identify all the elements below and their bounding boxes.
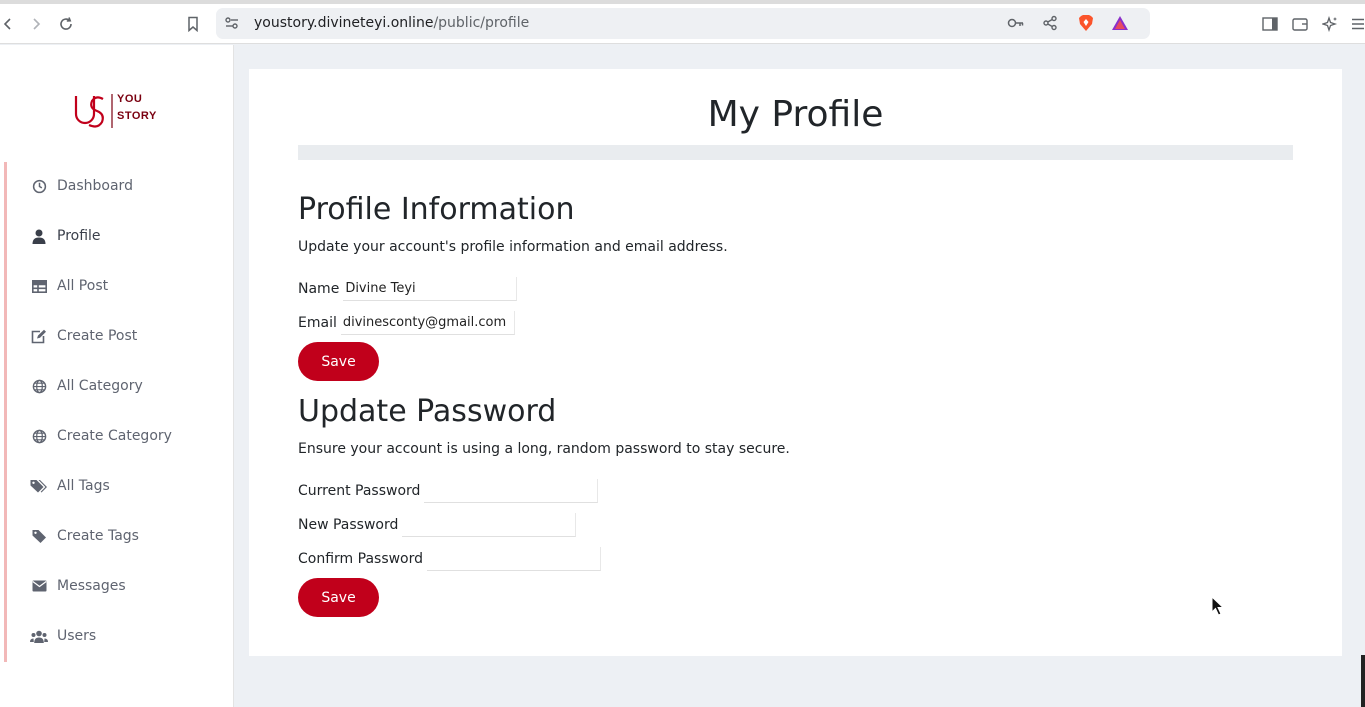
address-bar[interactable]: youstory.divineteyi.online/public/profil… — [216, 8, 1150, 39]
url-text[interactable]: youstory.divineteyi.online/public/profil… — [254, 15, 529, 31]
name-label: Name — [298, 281, 340, 297]
new-password-field: New Password — [298, 513, 577, 537]
new-password-label: New Password — [298, 517, 399, 533]
profile-card: My Profile Profile Information Update yo… — [249, 69, 1342, 656]
globe-icon — [30, 427, 48, 445]
name-input[interactable] — [343, 277, 518, 301]
sidebar-item-label: Create Tags — [57, 528, 139, 544]
wallet-icon[interactable] — [1288, 12, 1312, 36]
profile-info-heading: Profile Information — [298, 192, 575, 227]
update-password-heading: Update Password — [298, 394, 557, 429]
nav-border — [4, 162, 7, 662]
leo-ai-icon[interactable] — [1318, 12, 1342, 36]
sidebar-item-profile[interactable]: Profile — [30, 224, 101, 248]
sidebar-item-label: All Category — [57, 378, 143, 394]
users-icon — [30, 627, 48, 645]
sidebar-item-label: Dashboard — [57, 178, 133, 194]
page-title: My Profile — [707, 94, 884, 135]
edit-icon — [30, 327, 48, 345]
sidebar-item-all-category[interactable]: All Category — [30, 374, 143, 398]
confirm-password-field: Confirm Password — [298, 547, 602, 571]
sidebar-item-create-post[interactable]: Create Post — [30, 324, 137, 348]
sidebar-item-create-category[interactable]: Create Category — [30, 424, 172, 448]
scrollbar-edge — [1361, 655, 1365, 707]
current-password-label: Current Password — [298, 483, 421, 499]
sidebar-item-label: Messages — [57, 578, 126, 594]
confirm-password-label: Confirm Password — [298, 551, 424, 567]
sidebar-item-label: Profile — [57, 228, 101, 244]
bookmark-icon[interactable] — [181, 12, 205, 36]
mouse-pointer-icon — [1211, 595, 1225, 616]
tag-icon — [30, 527, 48, 545]
you-story-logo[interactable]: YOU STORY — [72, 90, 156, 132]
email-field: Email — [298, 311, 515, 335]
reload-icon[interactable] — [54, 12, 78, 36]
user-icon — [30, 227, 48, 245]
clock-icon — [30, 177, 48, 195]
title-divider — [298, 145, 1293, 160]
rewards-icon[interactable] — [1108, 11, 1132, 35]
sidebar-item-label: Create Post — [57, 328, 138, 344]
share-icon[interactable] — [1038, 11, 1062, 35]
brave-shield-icon[interactable] — [1074, 11, 1098, 35]
sidebar-item-label: All Post — [57, 278, 109, 294]
back-icon[interactable] — [0, 12, 20, 36]
current-password-field: Current Password — [298, 479, 599, 503]
profile-info-description: Update your account's profile informatio… — [298, 239, 728, 255]
confirm-password-input[interactable] — [427, 547, 602, 571]
tags-icon — [30, 477, 48, 495]
save-password-button[interactable]: Save — [298, 578, 379, 617]
sidebar-item-label: Users — [57, 628, 97, 644]
sidebar-item-create-tags[interactable]: Create Tags — [30, 524, 139, 548]
email-label: Email — [298, 315, 337, 331]
sidebar-item-messages[interactable]: Messages — [30, 574, 126, 598]
key-icon[interactable] — [1004, 11, 1028, 35]
sidebar-toggle-icon[interactable] — [1258, 12, 1282, 36]
current-password-input[interactable] — [424, 479, 599, 503]
sidebar-item-label: All Tags — [57, 478, 110, 494]
update-password-description: Ensure your account is using a long, ran… — [298, 441, 790, 457]
new-password-input[interactable] — [402, 513, 577, 537]
logo-text-line2: STORY — [117, 110, 157, 122]
email-input[interactable] — [340, 311, 515, 335]
save-profile-button[interactable]: Save — [298, 342, 379, 381]
sidebar-item-all-post[interactable]: All Post — [30, 274, 108, 298]
sidebar-item-dashboard[interactable]: Dashboard — [30, 174, 133, 198]
sidebar-item-all-tags[interactable]: All Tags — [30, 474, 110, 498]
forward-icon[interactable] — [24, 12, 48, 36]
sidebar-item-users[interactable]: Users — [30, 624, 96, 648]
menu-icon[interactable] — [1346, 12, 1365, 36]
envelope-icon — [30, 577, 48, 595]
sidebar-item-label: Create Category — [57, 428, 172, 444]
url-domain: youstory.divineteyi.online — [254, 15, 434, 31]
logo-text-line1: YOU — [117, 93, 143, 105]
name-field: Name — [298, 277, 518, 301]
globe-icon — [30, 377, 48, 395]
url-path: /public/profile — [433, 15, 530, 31]
site-settings-icon[interactable] — [220, 11, 244, 35]
browser-toolbar: youstory.divineteyi.online/public/profil… — [0, 4, 1365, 44]
table-icon — [30, 277, 48, 295]
sidebar: YOU STORY Dashboard Profile All Post Cre… — [0, 45, 234, 707]
